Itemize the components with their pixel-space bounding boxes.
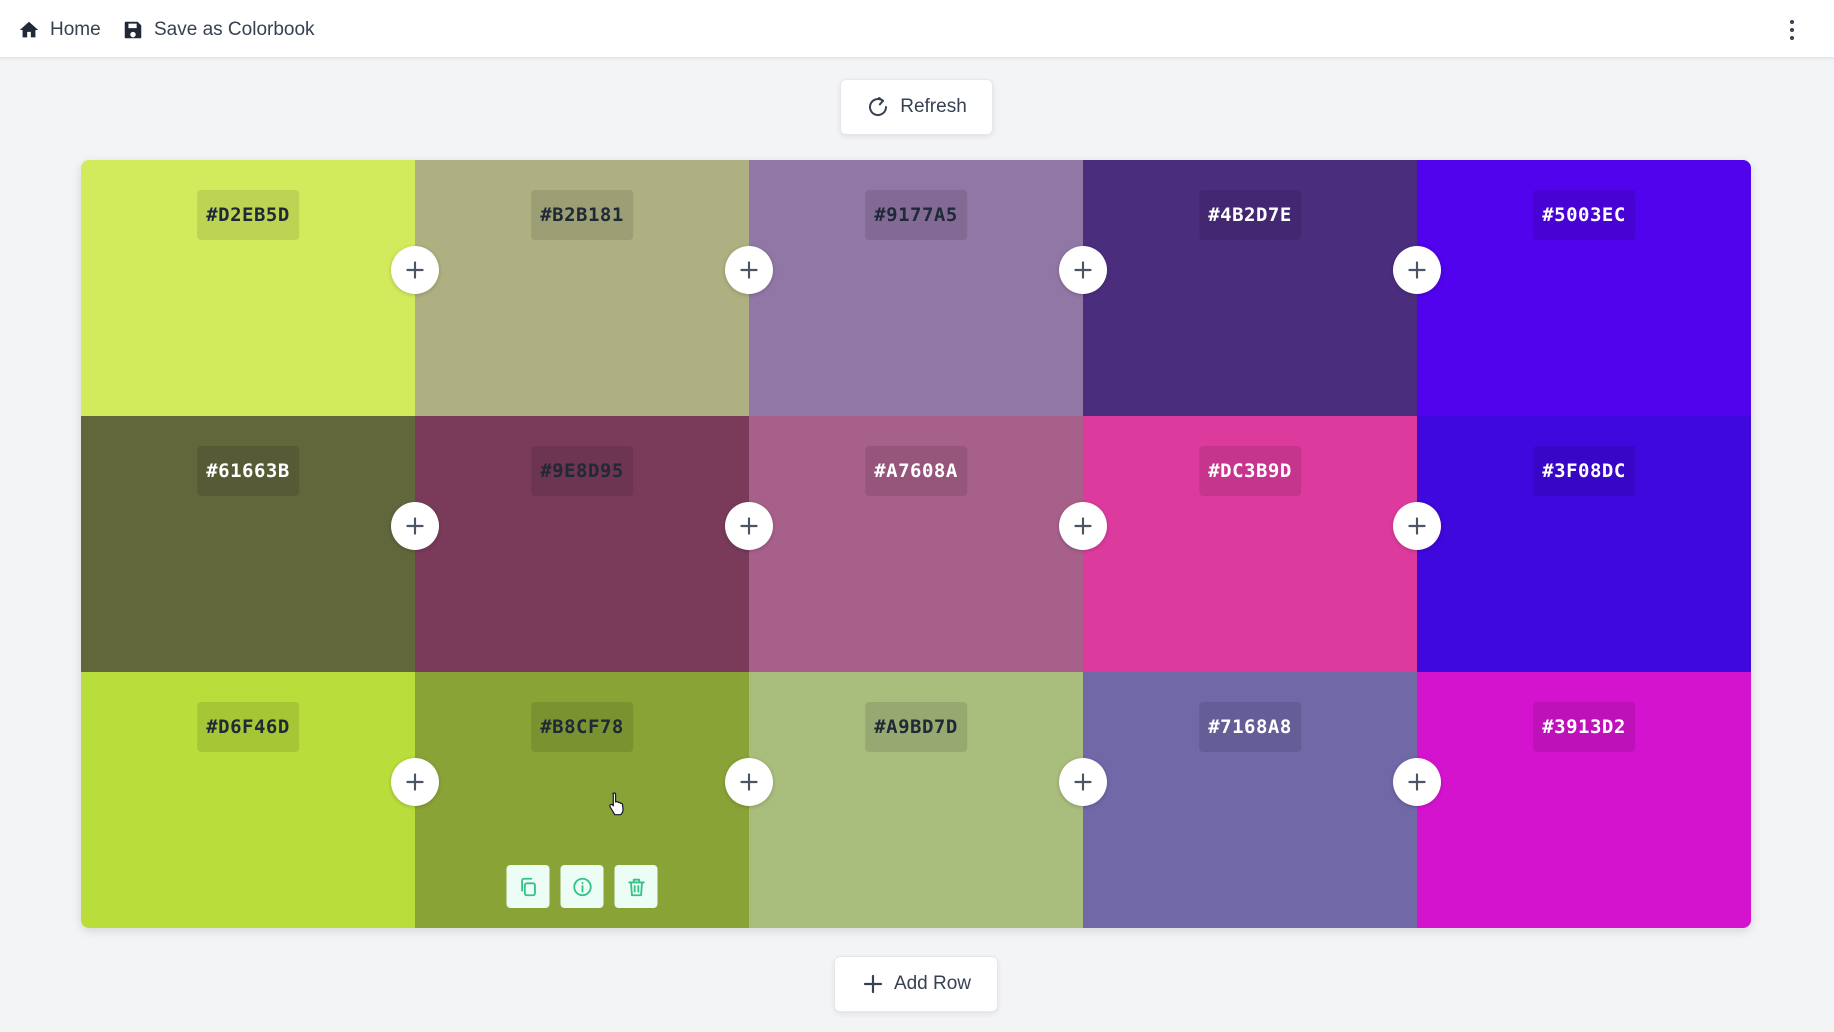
color-swatch[interactable]: #D6F46D xyxy=(81,672,415,928)
hex-code-label[interactable]: #B8CF78 xyxy=(531,702,633,752)
home-link[interactable]: Home xyxy=(18,14,101,46)
hex-code-label[interactable]: #A7608A xyxy=(865,446,967,496)
swatch-actions xyxy=(506,865,658,908)
add-row-button[interactable]: Add Row xyxy=(834,956,998,1012)
plus-icon xyxy=(740,261,758,279)
save-as-colorbook-label: Save as Colorbook xyxy=(154,19,315,40)
color-palette-grid: #D2EB5D #B2B181 #9177A5 #4B2D7E #5003EC #6166… xyxy=(81,160,1751,928)
plus-icon xyxy=(406,261,424,279)
insert-color-button[interactable] xyxy=(1393,246,1441,294)
hex-code-label[interactable]: #3913D2 xyxy=(1533,702,1635,752)
home-icon xyxy=(19,21,39,38)
floppy-disk-icon xyxy=(124,21,142,39)
plus-icon xyxy=(1408,261,1426,279)
refresh-button-label: Refresh xyxy=(900,96,967,117)
trash-icon xyxy=(627,878,645,896)
insert-color-button[interactable] xyxy=(1393,502,1441,550)
plus-icon xyxy=(863,974,883,994)
refresh-icon xyxy=(869,97,888,116)
hex-code-label[interactable]: #3F08DC xyxy=(1533,446,1635,496)
copy-icon xyxy=(520,877,536,896)
color-swatch[interactable]: #9177A5 xyxy=(749,160,1083,416)
refresh-button[interactable]: Refresh xyxy=(840,79,993,135)
insert-color-button[interactable] xyxy=(391,502,439,550)
plus-icon xyxy=(1074,261,1092,279)
insert-color-button[interactable] xyxy=(391,758,439,806)
insert-color-button[interactable] xyxy=(1393,758,1441,806)
color-swatch[interactable]: #7168A8 xyxy=(1083,672,1417,928)
color-swatch[interactable]: #A7608A xyxy=(749,416,1083,672)
info-icon xyxy=(572,877,592,896)
plus-icon xyxy=(1408,773,1426,791)
plus-icon xyxy=(1074,773,1092,791)
insert-color-button[interactable] xyxy=(725,502,773,550)
delete-button[interactable] xyxy=(614,865,658,908)
color-swatch[interactable]: #B2B181 xyxy=(415,160,749,416)
insert-color-button[interactable] xyxy=(1059,758,1107,806)
hex-code-label[interactable]: #B2B181 xyxy=(531,190,633,240)
save-as-colorbook-link[interactable]: Save as Colorbook xyxy=(122,14,315,46)
hex-code-label[interactable]: #7168A8 xyxy=(1199,702,1301,752)
hex-code-label[interactable]: #D6F46D xyxy=(197,702,299,752)
color-swatch[interactable]: #D2EB5D xyxy=(81,160,415,416)
plus-icon xyxy=(740,517,758,535)
color-swatch[interactable]: #3913D2 xyxy=(1417,672,1751,928)
hex-code-label[interactable]: #9177A5 xyxy=(865,190,967,240)
add-row-label: Add Row xyxy=(893,973,972,994)
color-swatch[interactable]: #3F08DC xyxy=(1417,416,1751,672)
insert-color-button[interactable] xyxy=(1059,246,1107,294)
kebab-menu-icon[interactable] xyxy=(1780,16,1804,44)
info-button[interactable] xyxy=(560,865,604,908)
plus-icon xyxy=(406,517,424,535)
top-navigation-bar: Home Save as Colorbook xyxy=(0,0,1834,58)
hex-code-label[interactable]: #DC3B9D xyxy=(1199,446,1301,496)
hex-code-label[interactable]: #5003EC xyxy=(1533,190,1635,240)
hex-code-label[interactable]: #4B2D7E xyxy=(1199,190,1301,240)
plus-icon xyxy=(1408,517,1426,535)
color-swatch[interactable]: #61663B xyxy=(81,416,415,672)
insert-color-button[interactable] xyxy=(725,246,773,294)
color-swatch[interactable]: #9E8D95 xyxy=(415,416,749,672)
plus-icon xyxy=(1074,517,1092,535)
hex-code-label[interactable]: #D2EB5D xyxy=(197,190,299,240)
insert-color-button[interactable] xyxy=(1059,502,1107,550)
plus-icon xyxy=(406,773,424,791)
color-swatch[interactable]: #B8CF78 xyxy=(415,672,749,928)
color-swatch[interactable]: #5003EC xyxy=(1417,160,1751,416)
hand-pointer-cursor-icon xyxy=(609,792,624,816)
home-link-label: Home xyxy=(50,19,101,40)
copy-button[interactable] xyxy=(506,865,550,908)
color-swatch[interactable]: #4B2D7E xyxy=(1083,160,1417,416)
hex-code-label[interactable]: #61663B xyxy=(197,446,299,496)
insert-color-button[interactable] xyxy=(725,758,773,806)
insert-color-button[interactable] xyxy=(391,246,439,294)
hex-code-label[interactable]: #A9BD7D xyxy=(865,702,967,752)
color-swatch[interactable]: #A9BD7D xyxy=(749,672,1083,928)
hex-code-label[interactable]: #9E8D95 xyxy=(531,446,633,496)
plus-icon xyxy=(740,773,758,791)
color-swatch[interactable]: #DC3B9D xyxy=(1083,416,1417,672)
